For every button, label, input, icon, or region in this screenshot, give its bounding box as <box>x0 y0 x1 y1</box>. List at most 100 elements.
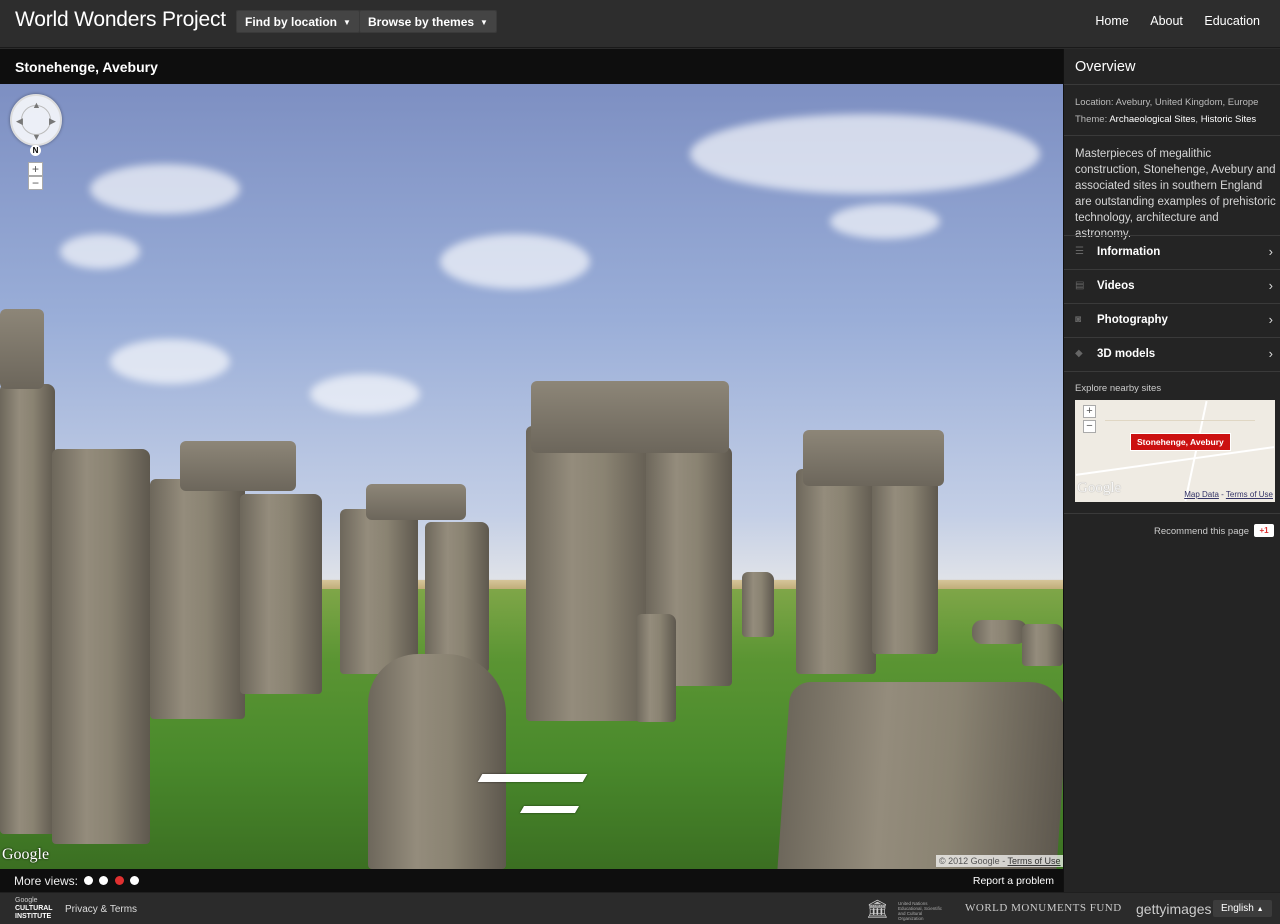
standing-stone <box>425 522 489 672</box>
pan-right-icon[interactable]: ▶ <box>49 116 56 127</box>
copyright-notice: © 2012 Google - Terms of Use <box>936 855 1064 867</box>
browse-by-themes-button[interactable]: Browse by themes ▼ <box>359 10 497 33</box>
standing-stone <box>636 614 676 722</box>
pan-down-icon[interactable]: ▼ <box>32 132 41 142</box>
lintel-stone <box>0 309 44 389</box>
recommend-label: Recommend this page <box>1154 526 1250 537</box>
home-link[interactable]: Home <box>1095 14 1128 28</box>
standing-stone <box>742 572 774 637</box>
lintel-stone <box>366 484 466 520</box>
language-label: English <box>1221 903 1254 914</box>
camera-icon: ◙ <box>1075 314 1082 325</box>
sidebar-heading: Overview <box>1075 59 1136 75</box>
section-3d-models[interactable]: ◆ 3D models › <box>1064 337 1280 371</box>
gci-line-2: CULTURAL <box>15 905 53 912</box>
map-terms-link[interactable]: Terms of Use <box>1226 490 1273 499</box>
pan-control[interactable]: ▲ ▼ ◀ ▶ <box>10 94 62 146</box>
compass-north-icon: N <box>30 145 41 156</box>
standing-stone <box>240 494 322 694</box>
pan-up-icon[interactable]: ▲ <box>32 100 41 110</box>
street-view-panorama[interactable] <box>0 84 1063 869</box>
cloud <box>830 204 940 239</box>
privacy-terms-link[interactable]: Privacy & Terms <box>65 904 137 915</box>
getty-images-logo[interactable]: gettyimages <box>1136 901 1211 917</box>
pan-left-icon[interactable]: ◀ <box>16 116 23 127</box>
google-logo: Google <box>2 846 50 863</box>
section-photography[interactable]: ◙ Photography › <box>1064 303 1280 337</box>
language-selector[interactable]: English ▲ <box>1213 900 1272 917</box>
fallen-stone <box>972 620 1027 644</box>
standing-stone <box>872 479 938 654</box>
about-link[interactable]: About <box>1150 14 1183 28</box>
zoom-out-button[interactable]: − <box>28 176 43 190</box>
cloud <box>690 114 1040 194</box>
list-icon: ☰ <box>1075 246 1084 257</box>
viewer-title-bar: Stonehenge, Avebury <box>0 49 1063 84</box>
site-description: Masterpieces of megalithic construction,… <box>1075 148 1276 240</box>
explore-nearby-label: Explore nearby sites <box>1075 383 1162 394</box>
chevron-up-icon: ▲ <box>1256 906 1264 913</box>
location-label: Location: <box>1075 97 1116 108</box>
standing-stone <box>150 479 245 719</box>
section-label: 3D models <box>1097 348 1156 360</box>
chevron-down-icon: ▼ <box>343 18 351 27</box>
zoom-in-button[interactable]: + <box>28 162 43 176</box>
education-link[interactable]: Education <box>1204 14 1260 28</box>
find-by-location-label: Find by location <box>245 15 337 29</box>
map-links-separator: - <box>1218 490 1226 499</box>
find-by-location-button[interactable]: Find by location ▼ <box>236 10 360 33</box>
world-monuments-fund-logo[interactable]: WORLD MONUMENTS FUND <box>965 902 1122 914</box>
google-plus-one-button[interactable]: +1 <box>1254 524 1274 537</box>
section-videos[interactable]: ▤ Videos › <box>1064 269 1280 303</box>
map-data-link[interactable]: Map Data <box>1184 490 1219 499</box>
terms-of-use-link[interactable]: Terms of Use <box>1008 856 1061 866</box>
unesco-temple-icon[interactable]: 🏛 <box>866 899 889 920</box>
foreground-stone <box>368 654 506 869</box>
map-road <box>1105 420 1255 421</box>
move-forward-arrow[interactable] <box>477 774 588 782</box>
view-dot[interactable] <box>84 876 93 885</box>
top-links: Home About Education <box>1077 14 1260 28</box>
cloud <box>90 164 240 214</box>
theme-line: Theme: Archaeological Sites, Historic Si… <box>1075 114 1256 125</box>
section-information[interactable]: ☰ Information › <box>1064 235 1280 269</box>
map-zoom-out-button[interactable]: − <box>1083 420 1096 433</box>
more-views-bar: More views: Report a problem <box>0 869 1063 892</box>
overview-sidebar: Overview Location: Avebury, United Kingd… <box>1063 49 1280 892</box>
browse-by-themes-label: Browse by themes <box>368 15 475 29</box>
copyright-text: © 2012 Google <box>939 856 1000 866</box>
view-dot[interactable] <box>130 876 139 885</box>
divider <box>1064 371 1280 372</box>
lintel-stone <box>180 441 296 491</box>
chevron-right-icon: › <box>1268 244 1273 259</box>
standing-stone <box>52 449 150 844</box>
theme-link-historic[interactable]: Historic Sites <box>1201 114 1256 125</box>
google-cultural-institute-logo[interactable]: Google CULTURAL INSTITUTE <box>15 897 53 921</box>
film-icon: ▤ <box>1075 280 1085 291</box>
site-name-title: Stonehenge, Avebury <box>15 59 158 75</box>
page-footer: Google CULTURAL INSTITUTE Privacy & Term… <box>0 892 1280 924</box>
divider <box>1064 135 1280 136</box>
view-dot-active[interactable] <box>115 876 124 885</box>
location-value: Avebury, United Kingdom, Europe <box>1115 97 1259 108</box>
nearby-sites-map[interactable]: + − Stonehenge, Avebury Google Map Data … <box>1075 400 1275 502</box>
standing-stone <box>340 509 418 674</box>
map-zoom-in-button[interactable]: + <box>1083 405 1096 418</box>
map-road <box>1184 400 1208 502</box>
lintel-stone <box>531 381 729 453</box>
cube-icon: ◆ <box>1075 348 1083 359</box>
theme-link-archaeological[interactable]: Archaeological Sites <box>1109 114 1195 125</box>
view-dot[interactable] <box>99 876 108 885</box>
divider <box>1064 84 1280 85</box>
site-title[interactable]: World Wonders Project <box>15 8 226 32</box>
standing-stone <box>796 469 876 674</box>
chevron-right-icon: › <box>1268 278 1273 293</box>
report-problem-link[interactable]: Report a problem <box>973 875 1054 887</box>
gci-line-3: INSTITUTE <box>15 913 52 920</box>
move-backward-arrow[interactable] <box>519 806 580 813</box>
map-pin-label[interactable]: Stonehenge, Avebury <box>1130 433 1231 451</box>
cloud <box>60 234 140 269</box>
chevron-down-icon: ▼ <box>480 18 488 27</box>
theme-label: Theme: <box>1075 114 1110 125</box>
chevron-right-icon: › <box>1268 312 1273 327</box>
